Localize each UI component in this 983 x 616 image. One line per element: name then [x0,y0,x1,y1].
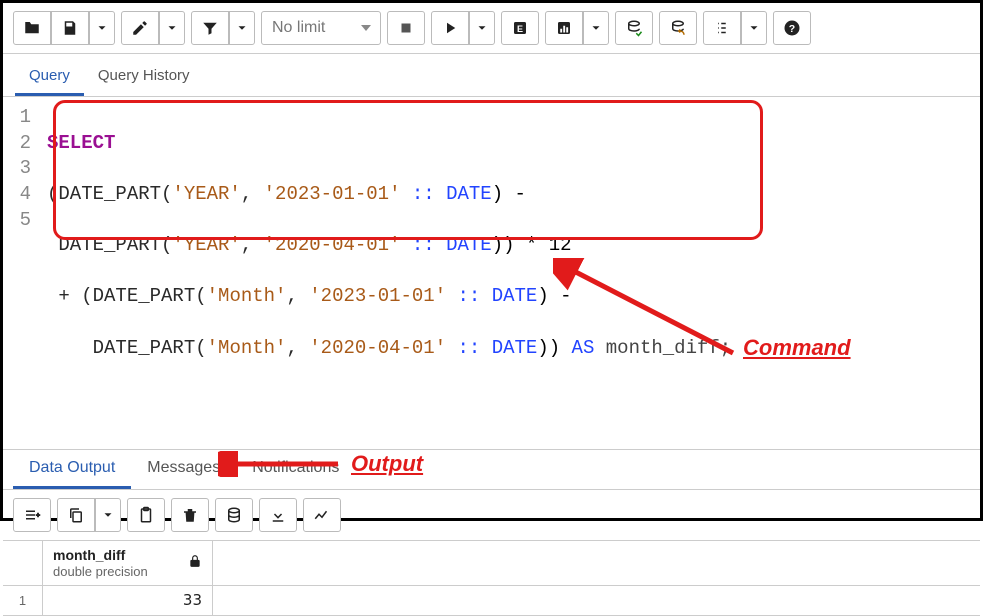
paste-button[interactable] [127,498,165,532]
gutter: 1 2 3 4 5 [3,101,43,417]
save-button[interactable] [51,11,89,45]
column-type: double precision [53,564,148,579]
sql-editor[interactable]: 1 2 3 4 5 SELECT (DATE_PART('YEAR', '202… [3,97,980,445]
commit-button[interactable] [615,11,653,45]
stop-button[interactable] [387,11,425,45]
tab-query[interactable]: Query [15,58,84,96]
filter-dropdown-button[interactable] [229,11,255,45]
filter-button[interactable] [191,11,229,45]
column-name: month_diff [53,547,202,563]
annotation-arrow-command [553,258,753,363]
save-data-button[interactable] [215,498,253,532]
cell-month-diff[interactable]: 33 [43,586,213,615]
copy-dropdown-button[interactable] [95,498,121,532]
macros-button[interactable] [703,11,741,45]
add-row-button[interactable] [13,498,51,532]
open-file-button[interactable] [13,11,51,45]
column-header-month-diff[interactable]: month_diff double precision [43,541,213,585]
main-toolbar: No limit E ? [3,3,980,54]
svg-text:?: ? [789,23,795,35]
explain-button[interactable]: E [501,11,539,45]
help-button[interactable]: ? [773,11,811,45]
execute-button[interactable] [431,11,469,45]
output-tabs: Data Output Messages Notifications [3,449,980,490]
graph-button[interactable] [303,498,341,532]
grid-corner-cell [3,541,43,585]
edit-dropdown-button[interactable] [159,11,185,45]
annotation-label-output: Output [351,451,423,477]
tab-query-history[interactable]: Query History [84,58,204,96]
output-toolbar [3,490,980,541]
explain-analyze-dropdown-button[interactable] [583,11,609,45]
tab-data-output[interactable]: Data Output [13,450,131,489]
save-dropdown-button[interactable] [89,11,115,45]
download-button[interactable] [259,498,297,532]
execute-dropdown-button[interactable] [469,11,495,45]
macros-dropdown-button[interactable] [741,11,767,45]
delete-row-button[interactable] [171,498,209,532]
svg-text:E: E [517,24,523,34]
copy-button[interactable] [57,498,95,532]
explain-analyze-button[interactable] [545,11,583,45]
result-grid: month_diff double precision 1 33 [3,541,980,616]
table-row[interactable]: 1 33 [3,586,980,616]
row-number-cell: 1 [3,586,43,615]
editor-tabs: Query Query History [3,58,980,97]
rollback-button[interactable] [659,11,697,45]
lock-icon [188,554,202,572]
limit-select[interactable]: No limit [261,11,381,45]
edit-button[interactable] [121,11,159,45]
annotation-arrow-output [218,451,343,477]
annotation-label-command: Command [743,335,851,361]
